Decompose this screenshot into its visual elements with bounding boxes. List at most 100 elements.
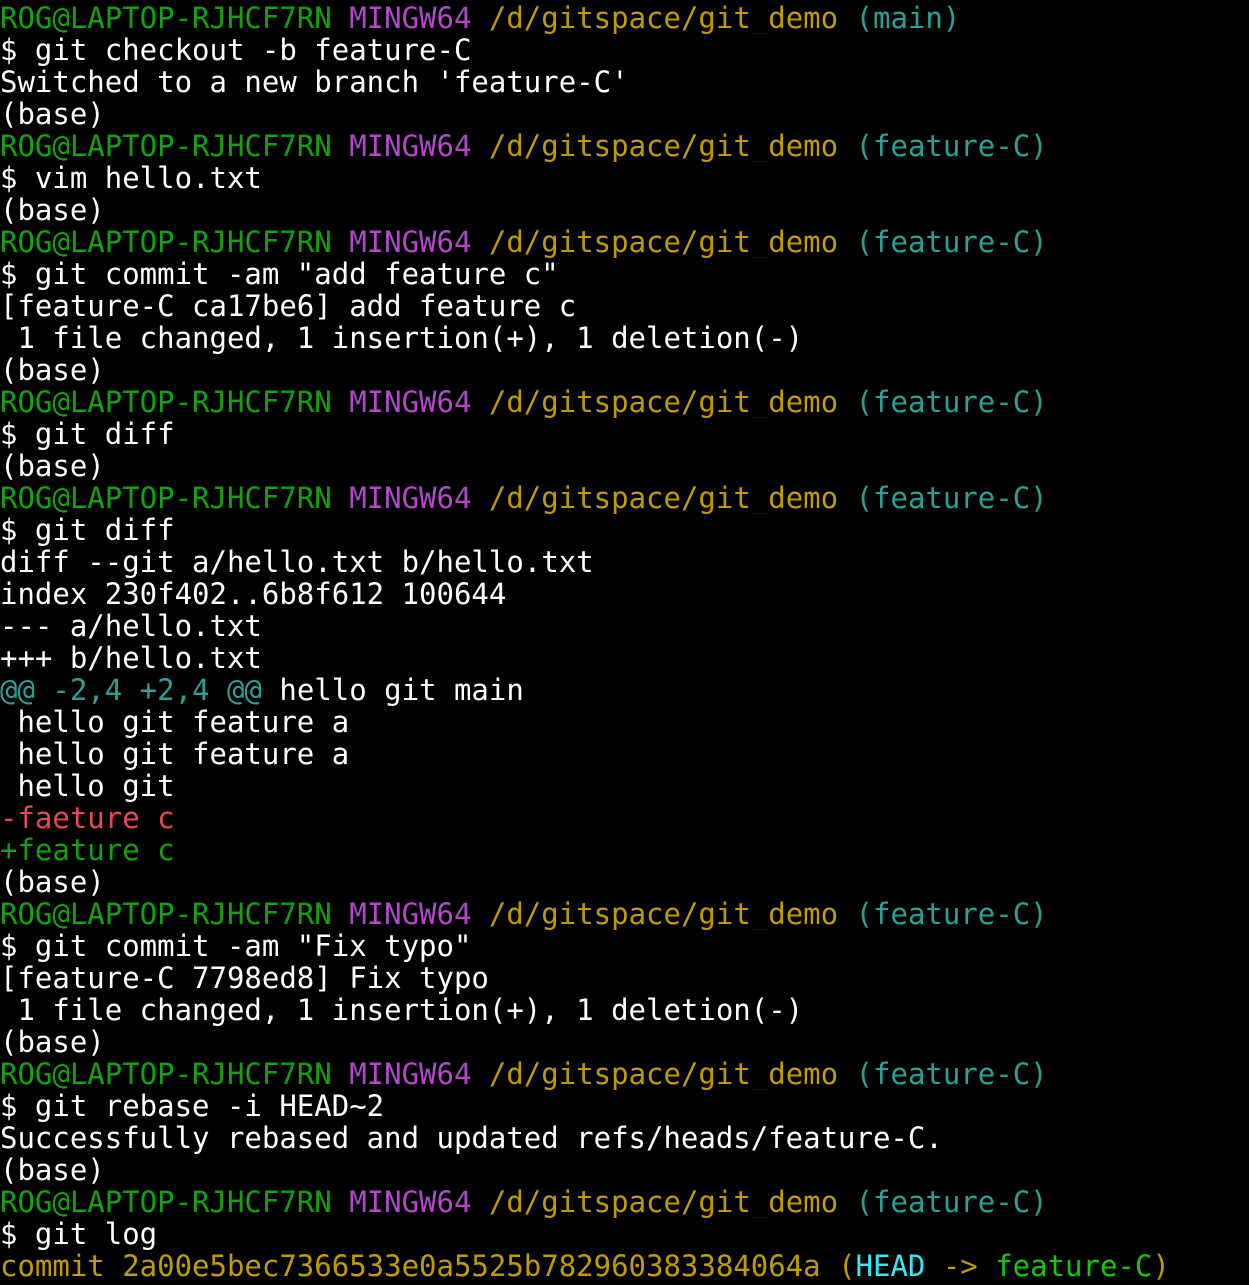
line-segment: @@ -2,4 +2,4 @@ [0, 674, 262, 706]
line-segment: /d/gitspace/git_demo [488, 2, 839, 34]
line-segment: /d/gitspace/git_demo [488, 898, 839, 930]
terminal-line-log-commit: commit 2a00e5bec7366533e0a5525b782960383… [0, 1250, 1249, 1282]
line-segment [471, 130, 488, 162]
terminal-line-output: Switched to a new branch 'feature-C' [0, 66, 1249, 98]
line-segment: (main) [855, 2, 961, 34]
line-segment: (feature-C) [855, 1058, 1048, 1090]
line-segment [838, 482, 855, 514]
terminal-line-command: $ git commit -am "Fix typo" [0, 930, 1249, 962]
line-segment: hello git feature a [0, 706, 350, 738]
terminal-line-diff-context: hello git feature a [0, 706, 1249, 738]
line-segment: $ git diff [0, 514, 175, 546]
line-segment: /d/gitspace/git_demo [488, 226, 839, 258]
line-segment: $ git commit -am "Fix typo" [0, 930, 472, 962]
line-segment: MINGW64 [349, 130, 472, 162]
line-segment: [feature-C ca17be6] add feature c [0, 290, 577, 322]
terminal-line-diff-context: hello git [0, 770, 1249, 802]
line-segment: MINGW64 [349, 2, 472, 34]
terminal-line-output: Successfully rebased and updated refs/he… [0, 1122, 1249, 1154]
terminal-line-output: (base) [0, 194, 1249, 226]
line-segment: $ git log [0, 1218, 158, 1250]
line-segment [471, 386, 488, 418]
terminal-line-prompt: ROG@LAPTOP-RJHCF7RN MINGW64 /d/gitspace/… [0, 1058, 1249, 1090]
line-segment: ) [1152, 1250, 1170, 1282]
line-segment [332, 1186, 349, 1218]
terminal-line-output: (base) [0, 98, 1249, 130]
terminal-line-diff-header: --- a/hello.txt [0, 610, 1249, 642]
line-segment: hello git [0, 770, 175, 802]
terminal-line-prompt: ROG@LAPTOP-RJHCF7RN MINGW64 /d/gitspace/… [0, 130, 1249, 162]
line-segment [471, 898, 488, 930]
terminal-line-output: 1 file changed, 1 insertion(+), 1 deleti… [0, 322, 1249, 354]
line-segment [332, 482, 349, 514]
line-segment: diff --git a/hello.txt b/hello.txt [0, 546, 594, 578]
line-segment: (feature-C) [855, 386, 1048, 418]
line-segment: hello git main [261, 674, 524, 706]
line-segment: -> [925, 1250, 996, 1282]
line-segment: +feature c [0, 834, 175, 866]
line-segment: $ git diff [0, 418, 175, 450]
line-segment: $ git checkout -b feature-C [0, 34, 472, 66]
line-segment: feature-C [995, 1250, 1153, 1282]
line-segment: index 230f402..6b8f612 100644 [0, 578, 507, 610]
line-segment: hello git feature a [0, 738, 350, 770]
terminal-line-output: (base) [0, 450, 1249, 482]
line-segment: 1 file changed, 1 insertion(+), 1 deleti… [0, 994, 804, 1026]
line-segment [471, 482, 488, 514]
line-segment [838, 386, 855, 418]
line-segment: (feature-C) [855, 130, 1048, 162]
line-segment: Switched to a new branch 'feature-C' [0, 66, 629, 98]
line-segment [838, 1058, 855, 1090]
line-segment: MINGW64 [349, 898, 472, 930]
line-segment: MINGW64 [349, 1186, 472, 1218]
terminal-line-diff-header: diff --git a/hello.txt b/hello.txt [0, 546, 1249, 578]
line-segment: (base) [0, 1154, 105, 1186]
line-segment: Successfully rebased and updated refs/he… [0, 1122, 943, 1154]
terminal-line-command: $ git commit -am "add feature c" [0, 258, 1249, 290]
line-segment [471, 1058, 488, 1090]
line-segment: commit 2a00e5bec7366533e0a5525b782960383… [0, 1250, 821, 1282]
line-segment: (feature-C) [855, 482, 1048, 514]
line-segment: +++ b/hello.txt [0, 642, 262, 674]
terminal-line-diff-removed: -faeture c [0, 802, 1249, 834]
terminal-line-diff-hunk: @@ -2,4 +2,4 @@ hello git main [0, 674, 1249, 706]
line-segment: (base) [0, 194, 105, 226]
line-segment: (feature-C) [855, 898, 1048, 930]
line-segment [332, 898, 349, 930]
terminal-line-output: 1 file changed, 1 insertion(+), 1 deleti… [0, 994, 1249, 1026]
terminal-line-command: $ vim hello.txt [0, 162, 1249, 194]
terminal-line-output: (base) [0, 1026, 1249, 1058]
terminal-output[interactable]: ROG@LAPTOP-RJHCF7RN MINGW64 /d/gitspace/… [0, 2, 1249, 1282]
terminal-line-command: $ git diff [0, 514, 1249, 546]
terminal-line-output: (base) [0, 1154, 1249, 1186]
terminal-line-prompt: ROG@LAPTOP-RJHCF7RN MINGW64 /d/gitspace/… [0, 898, 1249, 930]
terminal-line-output: (base) [0, 866, 1249, 898]
line-segment: $ git rebase -i HEAD~2 [0, 1090, 385, 1122]
line-segment: (base) [0, 354, 105, 386]
line-segment [332, 226, 349, 258]
line-segment: /d/gitspace/git_demo [488, 1186, 839, 1218]
line-segment: MINGW64 [349, 226, 472, 258]
line-segment [332, 1058, 349, 1090]
line-segment: --- a/hello.txt [0, 610, 262, 642]
line-segment [838, 898, 855, 930]
line-segment [838, 226, 855, 258]
terminal-line-prompt: ROG@LAPTOP-RJHCF7RN MINGW64 /d/gitspace/… [0, 1186, 1249, 1218]
terminal-line-output: [feature-C ca17be6] add feature c [0, 290, 1249, 322]
terminal-line-diff-added: +feature c [0, 834, 1249, 866]
terminal-line-diff-header: index 230f402..6b8f612 100644 [0, 578, 1249, 610]
line-segment: /d/gitspace/git_demo [488, 1058, 839, 1090]
terminal-line-prompt: ROG@LAPTOP-RJHCF7RN MINGW64 /d/gitspace/… [0, 2, 1249, 34]
line-segment [838, 130, 855, 162]
line-segment [471, 1186, 488, 1218]
line-segment: [feature-C 7798ed8] Fix typo [0, 962, 489, 994]
line-segment: /d/gitspace/git_demo [488, 386, 839, 418]
line-segment [332, 130, 349, 162]
line-segment: (feature-C) [855, 226, 1048, 258]
line-segment: ROG@LAPTOP-RJHCF7RN [0, 130, 332, 162]
line-segment: /d/gitspace/git_demo [488, 130, 839, 162]
line-segment: /d/gitspace/git_demo [488, 482, 839, 514]
terminal-line-prompt: ROG@LAPTOP-RJHCF7RN MINGW64 /d/gitspace/… [0, 386, 1249, 418]
line-segment: (base) [0, 1026, 105, 1058]
line-segment: ( [820, 1250, 856, 1282]
